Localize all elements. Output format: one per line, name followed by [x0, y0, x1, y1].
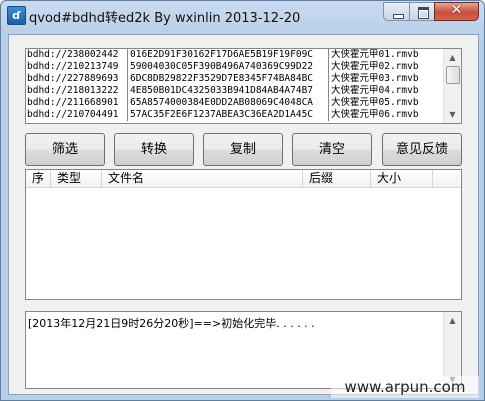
column-suffix[interactable]: 后缀 [303, 170, 371, 187]
column-index[interactable]: 序 [26, 170, 51, 187]
app-window: ɗ qvod#bdhd转ed2k By wxinlin 2013-12-20 ✕… [0, 0, 485, 401]
convert-button[interactable]: 转换 [114, 133, 194, 166]
feedback-button[interactable]: 意见反馈 [382, 133, 462, 166]
link-line: bdhd://211668901 65A8574000384E0DD2AB0806… [27, 97, 444, 109]
link-hash: 016E2D91F30162F17D6AE5B19F19F09C [128, 49, 329, 61]
column-filename[interactable]: 文件名 [102, 170, 303, 187]
link-hash: 59004030C05F390B496A740369C99D22 [128, 61, 329, 73]
scroll-down-icon[interactable]: ▼ [444, 106, 461, 123]
link-filename: 大侠霍元甲01.rmvb [331, 49, 419, 60]
log-scroll-up-icon[interactable]: ▲ [444, 312, 461, 329]
link-input-scrollbar[interactable]: ▲ ▼ [443, 49, 461, 123]
link-hash: 57AC35F2E6F1237ABEA3C36EA2D1A45C [128, 109, 329, 121]
maximize-button[interactable] [409, 2, 435, 21]
filter-button[interactable]: 筛选 [25, 133, 105, 166]
link-line: bdhd://227889693 6DC8DB29822F3529D7E8345F… [27, 73, 444, 85]
listview-header: 序 类型 文件名 后缀 大小 [26, 170, 461, 188]
link-prefix: bdhd://210704491 [27, 109, 128, 121]
link-hash: 4E850B01DC4325033B941D84AB4A74B7 [128, 85, 329, 97]
link-prefix: bdhd://218013222 [27, 85, 128, 97]
scroll-thumb[interactable] [446, 66, 460, 84]
link-hash: 65A8574000384E0DD2AB08069C4048CA [128, 97, 329, 109]
link-prefix: bdhd://238002442 [27, 49, 128, 61]
clear-button[interactable]: 清空 [292, 133, 372, 166]
link-filename: 大侠霍元甲03.rmvb [331, 73, 419, 84]
log-text: [2013年12月21日9时26分20秒]==>初始化完毕. . . . . . [28, 317, 315, 330]
column-size[interactable]: 大小 [371, 170, 433, 187]
link-input-textarea[interactable]: bdhd://238002442 016E2D91F30162F17D6AE5B1… [25, 48, 462, 124]
link-filename: 大侠霍元甲06.rmvb [331, 109, 419, 120]
app-icon[interactable]: ɗ [7, 6, 26, 25]
minimize-button[interactable] [383, 2, 410, 21]
link-line: bdhd://210704491 57AC35F2E6F1237ABEA3C36E… [27, 109, 444, 121]
link-line: bdhd://218013222 4E850B01DC4325033B941D84… [27, 85, 444, 97]
scroll-up-icon[interactable]: ▲ [444, 49, 461, 66]
close-icon: ✕ [450, 2, 463, 18]
link-filename: 大侠霍元甲02.rmvb [331, 61, 419, 72]
link-lines: bdhd://238002442 016E2D91F30162F17D6AE5B1… [27, 49, 444, 123]
copy-button[interactable]: 复制 [203, 133, 283, 166]
watermark: www.arpun.com [331, 376, 479, 398]
close-button[interactable]: ✕ [434, 2, 479, 21]
link-line: bdhd://238002442 016E2D91F30162F17D6AE5B1… [27, 49, 444, 61]
link-prefix: bdhd://211668901 [27, 97, 128, 109]
maximize-icon [418, 7, 429, 19]
link-prefix: bdhd://210213749 [27, 61, 128, 73]
title-bar[interactable]: ɗ qvod#bdhd转ed2k By wxinlin 2013-12-20 ✕ [1, 1, 484, 34]
window-title: qvod#bdhd转ed2k By wxinlin 2013-12-20 [29, 11, 301, 26]
minimize-icon [393, 14, 404, 19]
link-filename: 大侠霍元甲05.rmvb [331, 97, 419, 108]
result-listview[interactable]: 序 类型 文件名 后缀 大小 [25, 169, 462, 300]
client-area: bdhd://238002442 016E2D91F30162F17D6AE5B1… [8, 34, 479, 395]
link-prefix: bdhd://227889693 [27, 73, 128, 85]
link-line: bdhd://210213749 59004030C05F390B496A7403… [27, 61, 444, 73]
link-hash: 6DC8DB29822F3529D7E8345F74BA84BC [128, 73, 329, 85]
column-type[interactable]: 类型 [51, 170, 102, 187]
link-filename: 大侠霍元甲04.rmvb [331, 85, 419, 96]
